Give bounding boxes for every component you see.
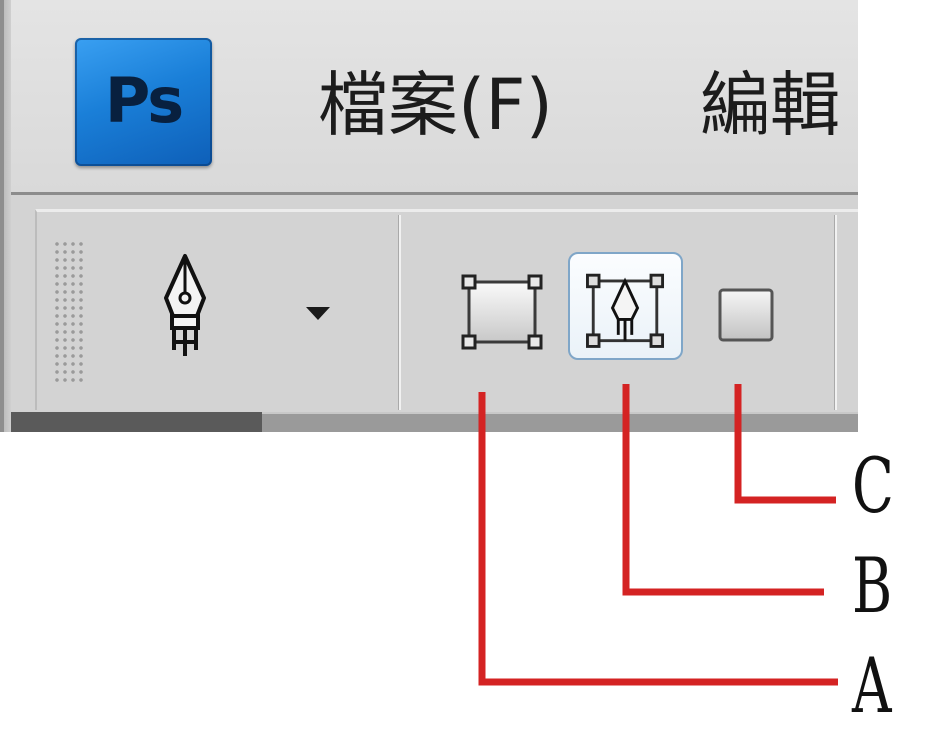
panel-strip-tab — [262, 412, 858, 432]
paths-mode-button[interactable] — [568, 252, 683, 360]
menu-file[interactable]: 檔案(F) — [318, 60, 553, 150]
shape-layers-icon[interactable] — [455, 268, 549, 354]
pen-tool-icon[interactable] — [150, 250, 220, 362]
callout-label-c: C — [852, 441, 894, 530]
fill-pixels-icon[interactable] — [710, 282, 782, 350]
window-edge — [0, 0, 11, 432]
photoshop-window: Ps 檔案(F) 編輯 — [0, 0, 858, 432]
callout-label-a: A — [852, 641, 892, 730]
callout-label-b: B — [852, 541, 893, 630]
photoshop-logo[interactable]: Ps — [75, 38, 212, 166]
logo-text: Ps — [104, 64, 184, 137]
paths-icon — [586, 273, 665, 348]
options-bar-grip-handle[interactable] — [53, 240, 87, 386]
dropdown-arrow-icon[interactable] — [306, 307, 330, 320]
menu-edit[interactable]: 編輯 — [700, 60, 840, 150]
separator — [398, 215, 401, 410]
separator — [834, 215, 837, 410]
callout-line-a — [478, 392, 838, 686]
